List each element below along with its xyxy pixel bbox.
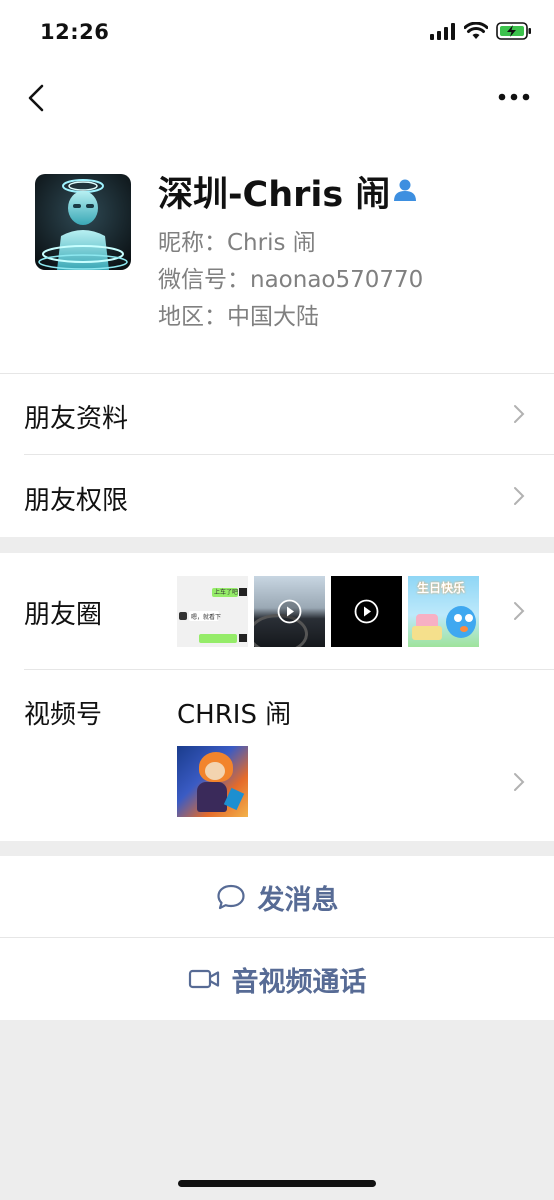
video-call-button[interactable]: 音视频通话	[0, 938, 554, 1020]
friend-info-label: 朋友资料	[24, 404, 129, 434]
nickname: 昵称：Chris 闹	[158, 230, 316, 256]
status-time: 12:26	[40, 20, 110, 44]
chevron-right-icon	[514, 602, 525, 620]
contact-person-icon	[394, 179, 416, 201]
channels-row[interactable]: 视频号 CHRIS 闹	[0, 669, 554, 841]
status-icons	[430, 22, 532, 40]
moment-thumb-video[interactable]	[331, 576, 402, 647]
display-name: 深圳-Chris 闹	[158, 175, 391, 215]
region: 地区：中国大陆	[158, 304, 319, 330]
chevron-right-icon	[514, 773, 525, 791]
more-options-button[interactable]	[494, 82, 534, 112]
moments-thumbnails: 上车了吧 嗯，就看下 生日快乐	[177, 576, 479, 647]
play-icon	[277, 599, 302, 624]
channels-thumb[interactable]	[177, 746, 248, 817]
profile-header: 深圳-Chris 闹 昵称：Chris 闹 微信号：naonao570770 地…	[0, 128, 554, 373]
settings-group: 朋友资料 朋友权限	[0, 373, 554, 537]
battery-charging-icon	[496, 22, 531, 40]
nav-bar	[0, 68, 554, 128]
channels-name: CHRIS 闹	[177, 700, 292, 730]
send-message-button[interactable]: 发消息	[0, 856, 554, 938]
chat-bubble-text: 嗯，就看下	[191, 614, 222, 621]
chevron-right-icon	[514, 405, 525, 423]
back-button[interactable]	[18, 78, 58, 118]
status-bar: 12:26	[0, 0, 554, 68]
play-icon	[354, 599, 379, 624]
action-group: 发消息 音视频通话	[0, 856, 554, 1020]
moments-row[interactable]: 朋友圈 上车了吧 嗯，就看下 生日快乐	[0, 553, 554, 669]
video-call-label: 音视频通话	[231, 966, 367, 998]
channels-label: 视频号	[24, 700, 103, 730]
send-message-label: 发消息	[257, 884, 339, 916]
wifi-icon	[464, 22, 488, 39]
birthday-text: 生日快乐	[417, 581, 466, 595]
moment-thumb-video[interactable]	[254, 576, 325, 647]
moment-thumb-chat[interactable]: 上车了吧 嗯，就看下	[177, 576, 248, 647]
social-group: 朋友圈 上车了吧 嗯，就看下 生日快乐 视频号 CHRIS 闹	[0, 553, 554, 841]
chevron-right-icon	[514, 487, 525, 505]
chat-bubble-icon	[216, 884, 245, 910]
moments-label: 朋友圈	[24, 600, 103, 630]
friend-permissions-row[interactable]: 朋友权限	[0, 455, 554, 537]
signal-icon	[430, 23, 455, 40]
friend-permissions-label: 朋友权限	[24, 486, 129, 516]
home-indicator[interactable]	[178, 1180, 376, 1187]
wechat-id: 微信号：naonao570770	[158, 267, 424, 293]
friend-info-row[interactable]: 朋友资料	[0, 373, 554, 455]
avatar[interactable]	[35, 174, 131, 270]
video-camera-icon	[188, 969, 219, 989]
chat-bubble-text: 上车了吧	[214, 589, 239, 596]
moment-thumb-birthday[interactable]: 生日快乐	[408, 576, 479, 647]
